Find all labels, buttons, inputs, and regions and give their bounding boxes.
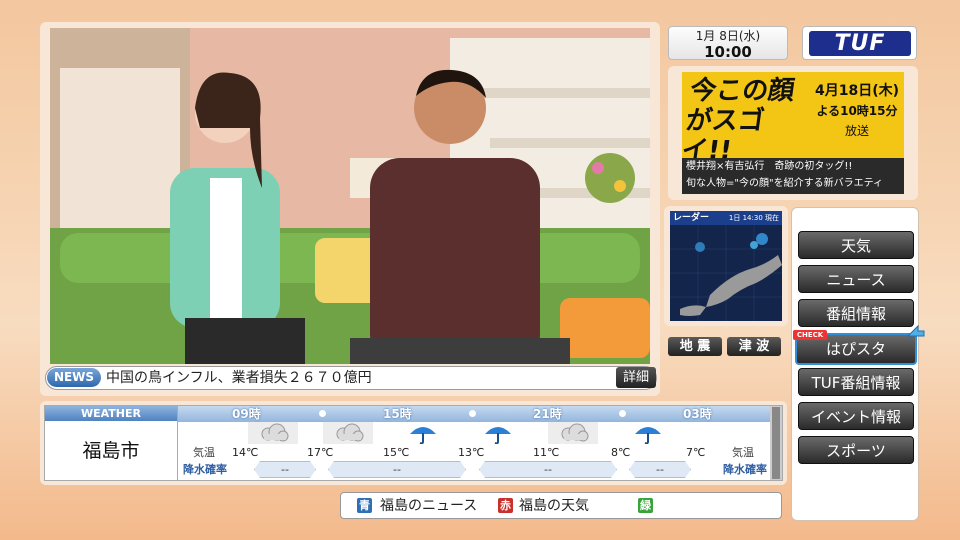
rain-value: --: [629, 461, 691, 478]
rain-value: --: [479, 461, 617, 478]
date-time-box: 1月 8日(水) 10:00: [668, 26, 788, 60]
umbrella-icon: [485, 427, 511, 445]
hour-label: 21時: [533, 407, 562, 421]
time-text: 10:00: [704, 43, 752, 61]
promo-date: 4月18日(木): [814, 83, 900, 99]
broadcast-video[interactable]: [50, 28, 650, 364]
radar-timestamp: 1日 14:30 現在: [728, 214, 779, 222]
hour-label: 03時: [683, 407, 712, 421]
radar-map-image: [670, 225, 782, 321]
menu-news-button[interactable]: ニュース: [798, 265, 914, 293]
rain-label: 降水確率: [183, 463, 227, 476]
promo-onair: 放送: [844, 124, 869, 138]
weather-city: 福島市: [82, 440, 140, 462]
rain-label: 降水確率: [723, 463, 767, 476]
promo-time: よる10時15分: [816, 104, 898, 118]
earthquake-button[interactable]: 地 震: [668, 337, 722, 356]
timeline-dot: [469, 410, 476, 417]
weather-icon-cell: [248, 422, 298, 444]
umbrella-icon: [410, 427, 436, 445]
weather-radar-map[interactable]: レーダー 1日 14:30 現在: [670, 211, 782, 321]
weather-icon-cell: [548, 422, 598, 444]
rain-value: --: [254, 461, 316, 478]
radar-header: レーダー 1日 14:30 現在: [670, 211, 782, 225]
timeline-dot: [619, 410, 626, 417]
cloudy-icon: [336, 423, 364, 442]
hour-label: 15時: [383, 407, 412, 421]
temp-value: 7℃: [686, 446, 706, 459]
menu-weather-button[interactable]: 天気: [798, 231, 914, 259]
green-key[interactable]: 緑: [638, 498, 653, 513]
umbrella-icon: [635, 427, 661, 445]
promo-desc-line2: 旬な人物="今の顔"を紹介する新バラエティ: [686, 178, 883, 189]
temp-label: 気温: [193, 446, 215, 459]
weather-icon-cell: [473, 422, 523, 445]
rain-value: --: [328, 461, 466, 478]
news-detail-button[interactable]: 詳細: [616, 367, 656, 388]
date-text: 1月 8日(水): [695, 29, 761, 43]
blue-key[interactable]: 青: [357, 498, 372, 513]
red-key[interactable]: 赤: [498, 498, 513, 513]
menu-sports-button[interactable]: スポーツ: [798, 436, 914, 464]
cloudy-icon: [561, 423, 589, 442]
check-badge: CHECK: [793, 330, 827, 340]
temp-value: 8℃: [611, 446, 631, 459]
temp-value: 11℃: [533, 446, 560, 459]
promo-title: 今この顔がスゴイ!!: [682, 76, 797, 166]
timeline-dot: [319, 410, 326, 417]
program-promo-banner[interactable]: 今この顔がスゴイ!! 4月18日(木) よる10時15分 放送 櫻井翔×有吉弘行…: [682, 72, 904, 194]
news-headline: 中国の鳥インフル、業者損失２６７０億円: [106, 370, 372, 386]
red-key-label: 福島の天気: [519, 498, 589, 514]
cloudy-icon: [261, 423, 289, 442]
weather-label: WEATHER: [45, 406, 177, 421]
temp-value: 15℃: [383, 446, 410, 459]
weather-icon-cell: [398, 422, 448, 445]
temp-value: 17℃: [307, 446, 334, 459]
station-logo: TUF: [802, 26, 917, 60]
promo-desc-line1: 櫻井翔×有吉弘行 奇跡の初タッグ!!: [686, 161, 853, 172]
temp-value: 14℃: [232, 446, 259, 459]
weather-scrollbar-thumb[interactable]: [772, 407, 780, 479]
news-badge: NEWS: [47, 368, 101, 387]
menu-tuf-program-button[interactable]: TUF番組情報: [798, 368, 914, 396]
promo-description: 櫻井翔×有吉弘行 奇跡の初タッグ!! 旬な人物="今の顔"を紹介する新バラエティ: [682, 158, 904, 194]
hour-label: 09時: [232, 407, 261, 421]
logo-text: TUF: [809, 31, 911, 56]
cursor-arrow-icon: [906, 324, 925, 337]
menu-program-info-button[interactable]: 番組情報: [798, 299, 914, 327]
temp-value: 13℃: [458, 446, 485, 459]
radar-title: レーダー: [673, 213, 710, 223]
menu-event-button[interactable]: イベント情報: [798, 402, 914, 430]
weather-icon-cell: [623, 422, 673, 445]
weather-icon-cell: [323, 422, 373, 444]
tsunami-button[interactable]: 津 波: [727, 337, 781, 356]
temp-label: 気温: [732, 446, 754, 459]
studio-scene-image: [50, 28, 650, 364]
blue-key-label: 福島のニュース: [380, 498, 478, 514]
